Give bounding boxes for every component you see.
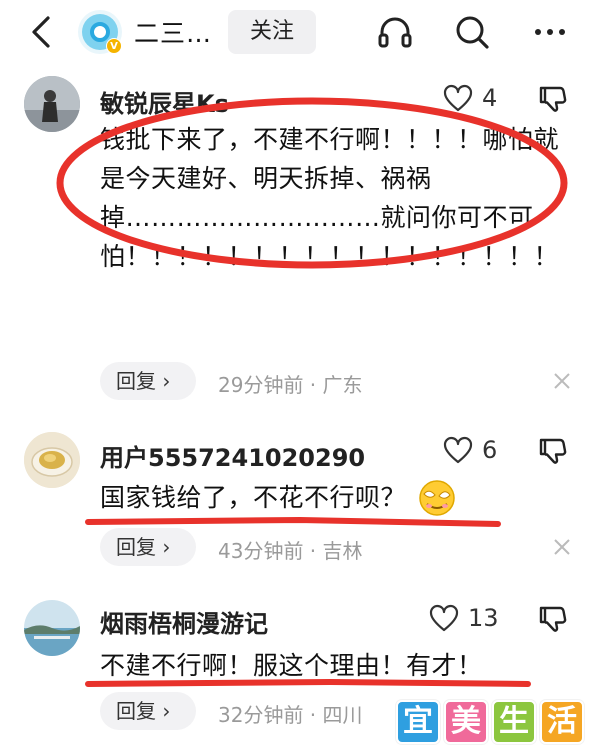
heart-icon (443, 84, 473, 112)
watermark-logo: 宜 美 生 活 (396, 698, 586, 746)
top-bar: V 二三… 关注 (0, 0, 600, 66)
dislike-icon[interactable] (536, 82, 570, 116)
covering-face-emoji-icon (419, 480, 455, 516)
reply-button[interactable]: 回复 › (100, 362, 196, 400)
comment-text: 不建不行啊！服这个理由！有才！ (100, 651, 483, 680)
more-icon[interactable] (530, 12, 570, 52)
follow-button[interactable]: 关注 (228, 10, 316, 54)
headphones-icon[interactable] (375, 12, 415, 52)
heart-icon (429, 604, 459, 632)
watermark-char: 活 (540, 700, 584, 744)
watermark-char: 生 (492, 700, 536, 744)
close-icon[interactable] (552, 371, 572, 391)
verified-badge-icon: V (106, 38, 122, 54)
comment-meta: 43分钟前 · 吉林 (218, 539, 363, 563)
avatar[interactable] (24, 600, 80, 656)
account-name[interactable]: 二三… (134, 14, 212, 50)
username[interactable]: 烟雨梧桐漫游记 (100, 604, 268, 639)
username[interactable]: 用户5557241020290 (100, 438, 365, 473)
watermark-char: 宜 (396, 700, 440, 744)
like-button[interactable]: 6 (440, 432, 504, 472)
search-icon[interactable] (452, 12, 492, 52)
username[interactable]: 敏锐辰星Ks (100, 84, 229, 119)
back-icon[interactable] (22, 12, 62, 52)
like-button[interactable]: 4 (440, 80, 504, 120)
reply-button[interactable]: 回复 › (100, 528, 196, 566)
watermark-char: 美 (444, 700, 488, 744)
like-count: 4 (482, 84, 498, 112)
comment-text: 国家钱给了，不花不行呗？ (100, 483, 407, 512)
close-icon[interactable] (552, 537, 572, 557)
comment-meta: 29分钟前 · 广东 (218, 373, 363, 397)
avatar[interactable] (24, 76, 80, 132)
like-count: 6 (482, 436, 498, 464)
dislike-icon[interactable] (536, 434, 570, 468)
comment-text-row: 国家钱给了，不花不行呗？ (100, 476, 570, 520)
like-button[interactable]: 13 (426, 600, 506, 640)
comment-text: 钱批下来了，不建不行啊！！！！哪怕就是今天建好、明天拆掉、祸祸掉……………………… (100, 125, 560, 271)
like-count: 13 (468, 604, 499, 632)
heart-icon (443, 436, 473, 464)
comment-meta: 32分钟前 · 四川 (218, 703, 363, 727)
avatar[interactable] (24, 432, 80, 488)
reply-button[interactable]: 回复 › (100, 692, 196, 730)
dislike-icon[interactable] (536, 602, 570, 636)
account-avatar[interactable]: V (78, 10, 122, 54)
